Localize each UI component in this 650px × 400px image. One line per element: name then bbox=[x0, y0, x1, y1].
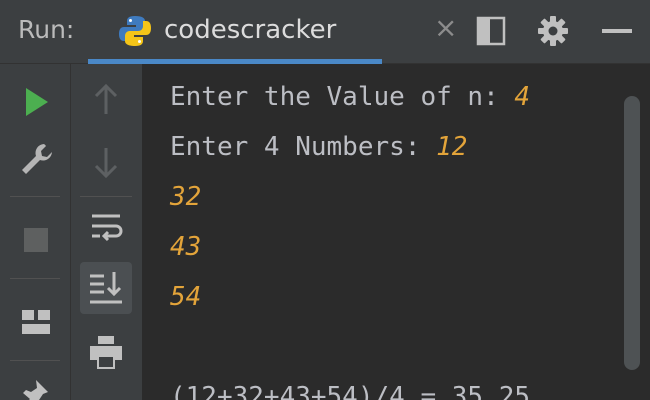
run-toolbar: Run: codescracker × bbox=[0, 0, 650, 64]
user-input: 12 bbox=[436, 132, 468, 162]
divider bbox=[10, 360, 60, 361]
tab-codescracker[interactable]: codescracker × bbox=[88, 0, 457, 64]
gear-icon[interactable] bbox=[536, 14, 570, 48]
soft-wrap-icon[interactable] bbox=[86, 208, 126, 248]
run-label: Run: bbox=[18, 15, 75, 44]
console-line: 32 bbox=[170, 182, 201, 212]
console-line: 54 bbox=[170, 282, 201, 312]
console-line: (12+32+43+54)/4 = 35.25 bbox=[170, 382, 530, 400]
divider bbox=[10, 196, 60, 197]
console-text: Enter 4 Numbers: bbox=[170, 132, 437, 162]
tab-title: codescracker bbox=[164, 15, 337, 45]
stop-icon[interactable] bbox=[16, 220, 56, 260]
run-sidebar bbox=[0, 64, 70, 400]
pin-icon[interactable] bbox=[16, 376, 56, 400]
console-line: Enter the Value of n: 4 bbox=[170, 82, 530, 112]
minimize-icon[interactable] bbox=[600, 14, 634, 48]
restore-layout-icon[interactable] bbox=[474, 14, 508, 48]
scroll-to-end-button[interactable] bbox=[80, 262, 132, 314]
layout-icon[interactable] bbox=[16, 302, 56, 342]
python-icon bbox=[119, 16, 151, 46]
user-input: 54 bbox=[170, 282, 202, 312]
console-line: 43 bbox=[170, 232, 201, 262]
user-input: 32 bbox=[170, 182, 202, 212]
arrow-down-icon[interactable] bbox=[86, 142, 126, 182]
console-text: Enter the Value of n: bbox=[170, 82, 515, 112]
console-output[interactable]: Enter the Value of n: 4 Enter 4 Numbers:… bbox=[142, 64, 650, 400]
divider bbox=[80, 196, 132, 197]
console-text: (12+32+43+54)/4 = 35.25 bbox=[170, 382, 531, 400]
wrench-icon[interactable] bbox=[16, 140, 56, 180]
user-input: 4 bbox=[514, 82, 531, 112]
divider bbox=[10, 278, 60, 279]
user-input: 43 bbox=[170, 232, 202, 262]
arrow-up-icon[interactable] bbox=[86, 80, 126, 120]
print-icon[interactable] bbox=[86, 332, 126, 372]
console-line: Enter 4 Numbers: 12 bbox=[170, 132, 467, 162]
run-icon[interactable] bbox=[16, 82, 56, 122]
vertical-scrollbar[interactable] bbox=[624, 96, 640, 370]
scroll-to-end-icon bbox=[90, 272, 122, 304]
close-icon[interactable]: × bbox=[434, 14, 457, 42]
